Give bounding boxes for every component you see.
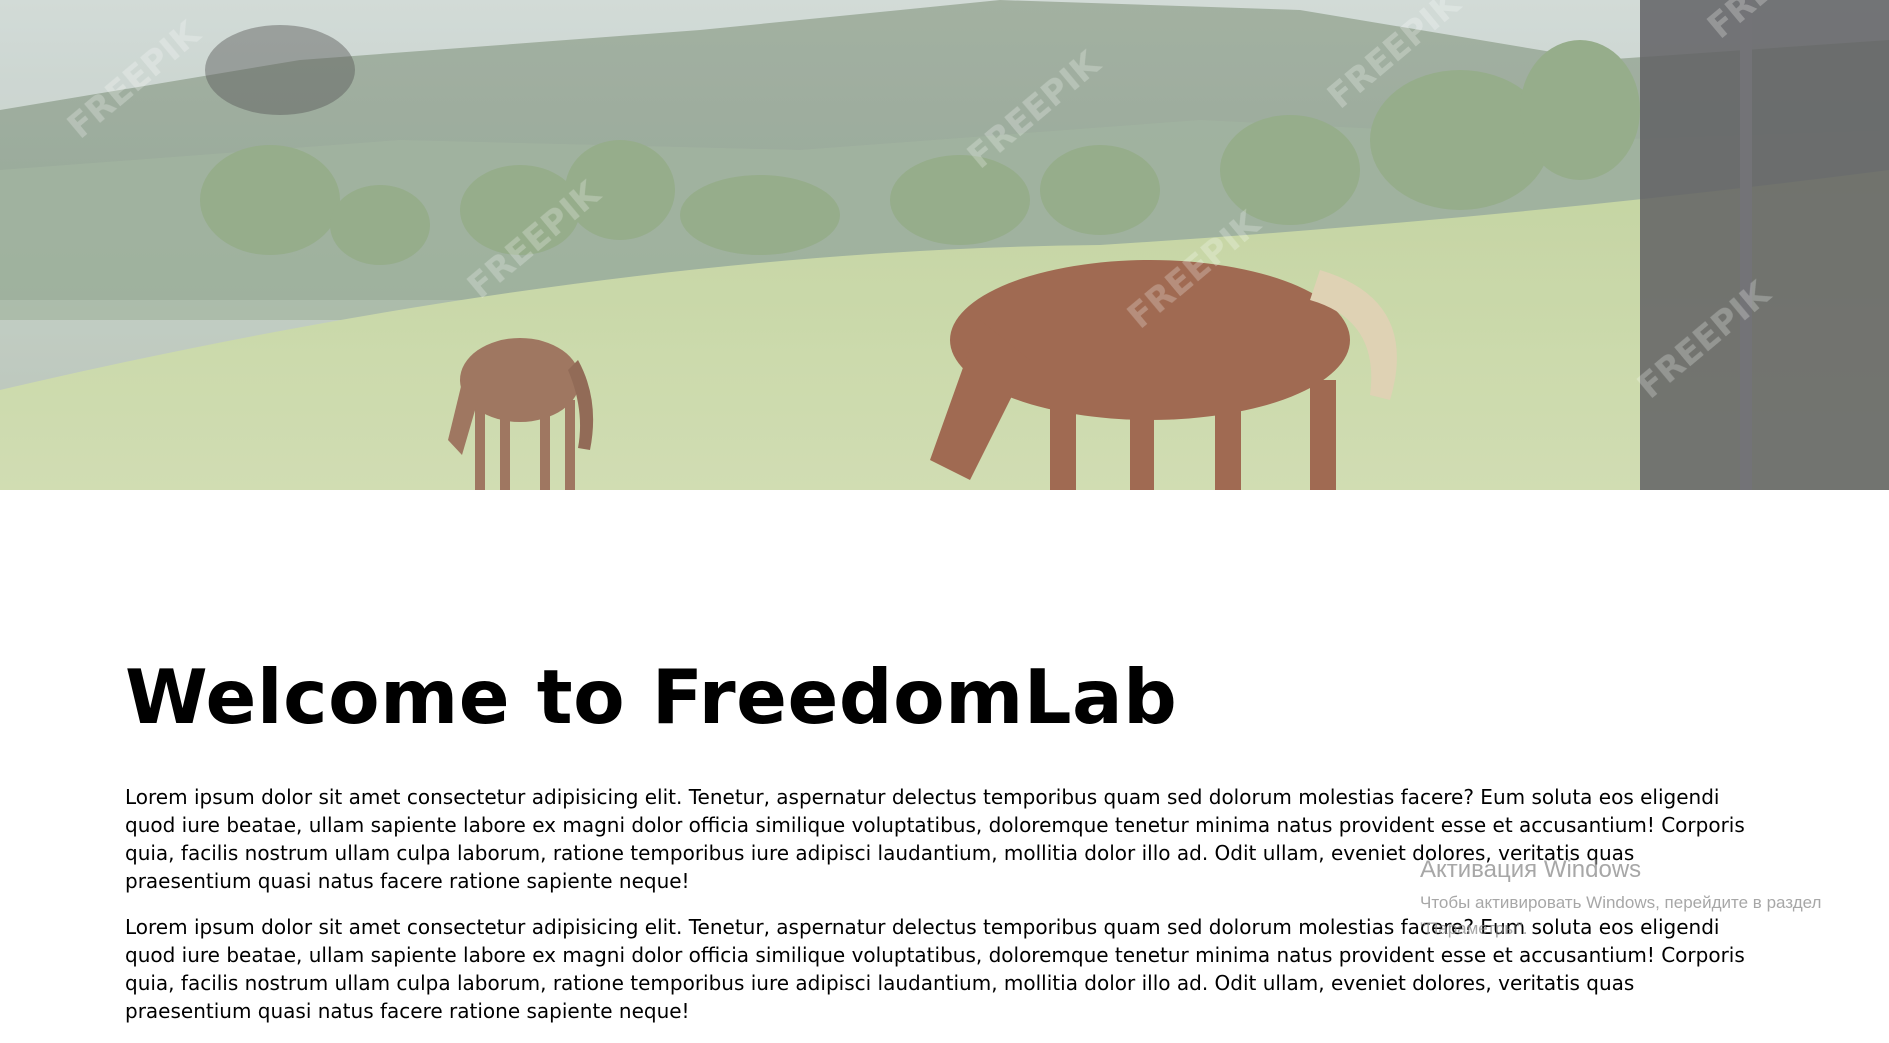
- paragraph: Lorem ipsum dolor sit amet consectetur a…: [125, 915, 1745, 1023]
- main-content: Welcome to FreedomLab Lorem ipsum dolor …: [125, 660, 1765, 1043]
- page-title: Welcome to FreedomLab: [125, 653, 1178, 741]
- paragraph: Lorem ipsum dolor sit amet consectetur a…: [125, 785, 1745, 893]
- hero-banner: FREEPIK FREEPIK FREEPIK FREEPIK FREEPIK …: [0, 0, 1889, 490]
- hero-image: FREEPIK FREEPIK FREEPIK FREEPIK FREEPIK …: [0, 0, 1889, 490]
